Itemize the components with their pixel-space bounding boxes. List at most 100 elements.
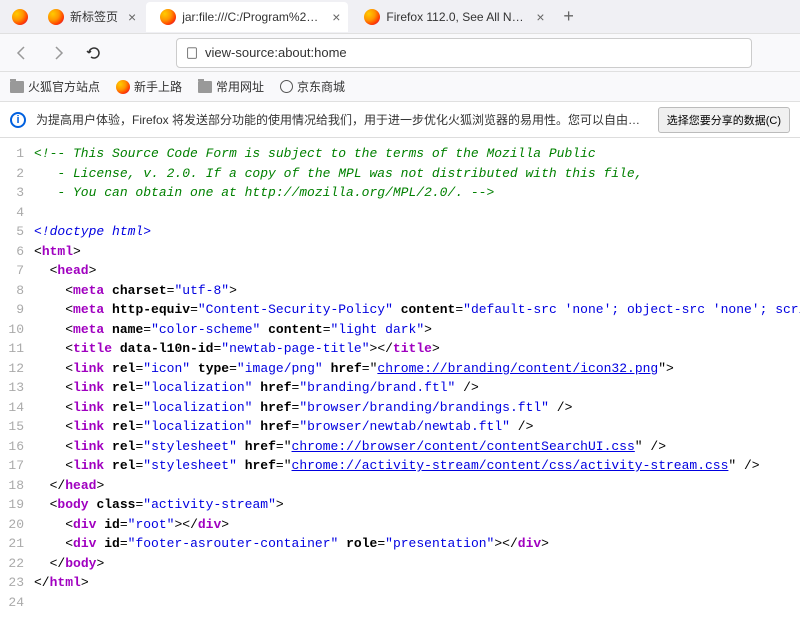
source-line: 14 <link rel="localization" href="browse…: [0, 398, 800, 418]
line-code[interactable]: - You can obtain one at http://mozilla.o…: [34, 183, 800, 203]
line-code[interactable]: <meta charset="utf-8">: [34, 281, 800, 301]
line-code[interactable]: <link rel="localization" href="browser/b…: [34, 398, 800, 418]
tab-title: 新标签页: [70, 8, 118, 25]
bookmark-label: 常用网址: [216, 78, 264, 95]
line-code[interactable]: <!-- This Source Code Form is subject to…: [34, 144, 800, 164]
tab-close-icon[interactable]: ×: [332, 9, 340, 25]
line-code[interactable]: </html>: [34, 573, 800, 593]
folder-icon: [198, 81, 212, 93]
tab-favicon-icon: [48, 9, 64, 25]
source-line: 8 <meta charset="utf-8">: [0, 281, 800, 301]
line-code[interactable]: [34, 593, 800, 613]
line-code[interactable]: <link rel="icon" type="image/png" href="…: [34, 359, 800, 379]
line-number: 7: [0, 261, 34, 281]
line-number: 9: [0, 300, 34, 320]
forward-button[interactable]: [44, 39, 72, 67]
line-code[interactable]: <html>: [34, 242, 800, 262]
source-line: 20 <div id="root"></div>: [0, 515, 800, 535]
line-code[interactable]: </head>: [34, 476, 800, 496]
bookmarks-bar: 火狐官方站点 新手上路 常用网址 京东商城: [0, 72, 800, 102]
tab-close-icon[interactable]: ×: [536, 9, 544, 25]
toolbar: view-source:about:home: [0, 34, 800, 72]
line-code[interactable]: <link rel="stylesheet" href="chrome://br…: [34, 437, 800, 457]
line-number: 18: [0, 476, 34, 496]
firefox-logo-icon: [12, 9, 28, 25]
line-number: 13: [0, 378, 34, 398]
tab[interactable]: Firefox 112.0, See All New Fe×: [350, 2, 552, 32]
telemetry-notice: i 为提高用户体验，Firefox 将发送部分功能的使用情况给我们，用于进一步优…: [0, 102, 800, 138]
line-number: 15: [0, 417, 34, 437]
new-tab-button[interactable]: +: [555, 6, 583, 27]
line-number: 11: [0, 339, 34, 359]
source-line: 15 <link rel="localization" href="browse…: [0, 417, 800, 437]
source-line: 16 <link rel="stylesheet" href="chrome:/…: [0, 437, 800, 457]
line-number: 3: [0, 183, 34, 203]
notice-choose-button[interactable]: 选择您要分享的数据(C): [658, 107, 790, 133]
source-line: 12 <link rel="icon" type="image/png" hre…: [0, 359, 800, 379]
line-code[interactable]: <meta name="color-scheme" content="light…: [34, 320, 800, 340]
line-number: 20: [0, 515, 34, 535]
line-number: 10: [0, 320, 34, 340]
line-number: 12: [0, 359, 34, 379]
line-code[interactable]: <!doctype html>: [34, 222, 800, 242]
notice-text: 为提高用户体验，Firefox 将发送部分功能的使用情况给我们，用于进一步优化火…: [36, 111, 648, 128]
firefox-icon: [116, 80, 130, 94]
globe-icon: [280, 80, 293, 93]
bookmark-item[interactable]: 新手上路: [116, 78, 182, 95]
source-view: 1<!-- This Source Code Form is subject t…: [0, 138, 800, 618]
tab-title: jar:file:///C:/Program%20Files/M: [182, 10, 322, 24]
tab-favicon-icon: [364, 9, 380, 25]
source-line: 13 <link rel="localization" href="brandi…: [0, 378, 800, 398]
line-number: 6: [0, 242, 34, 262]
line-number: 24: [0, 593, 34, 613]
source-line: 7 <head>: [0, 261, 800, 281]
tab-favicon-icon: [160, 9, 176, 25]
line-code[interactable]: - License, v. 2.0. If a copy of the MPL …: [34, 164, 800, 184]
source-line: 1<!-- This Source Code Form is subject t…: [0, 144, 800, 164]
folder-icon: [10, 81, 24, 93]
info-icon: i: [10, 112, 26, 128]
line-code[interactable]: <head>: [34, 261, 800, 281]
line-code[interactable]: </body>: [34, 554, 800, 574]
page-icon: [185, 46, 199, 60]
source-line: 2 - License, v. 2.0. If a copy of the MP…: [0, 164, 800, 184]
bookmark-item[interactable]: 火狐官方站点: [10, 78, 100, 95]
line-code[interactable]: <div id="footer-asrouter-container" role…: [34, 534, 800, 554]
source-line: 6<html>: [0, 242, 800, 262]
line-code[interactable]: <body class="activity-stream">: [34, 495, 800, 515]
tab[interactable]: 新标签页 ×: [34, 2, 144, 32]
source-line: 10 <meta name="color-scheme" content="li…: [0, 320, 800, 340]
line-number: 17: [0, 456, 34, 476]
line-code[interactable]: <link rel="localization" href="browser/n…: [34, 417, 800, 437]
bookmark-item[interactable]: 常用网址: [198, 78, 264, 95]
line-number: 14: [0, 398, 34, 418]
bookmark-label: 京东商城: [297, 78, 345, 95]
line-code[interactable]: <meta http-equiv="Content-Security-Polic…: [34, 300, 800, 320]
line-code[interactable]: <title data-l10n-id="newtab-page-title">…: [34, 339, 800, 359]
tab-bar: 新标签页×jar:file:///C:/Program%20Files/M×Fi…: [0, 0, 800, 34]
line-code[interactable]: <link rel="localization" href="branding/…: [34, 378, 800, 398]
bookmark-label: 新手上路: [134, 78, 182, 95]
line-code[interactable]: <link rel="stylesheet" href="chrome://ac…: [34, 456, 800, 476]
source-line: 3 - You can obtain one at http://mozilla…: [0, 183, 800, 203]
url-text: view-source:about:home: [205, 45, 347, 60]
back-button[interactable]: [8, 39, 36, 67]
line-number: 22: [0, 554, 34, 574]
line-number: 2: [0, 164, 34, 184]
line-number: 1: [0, 144, 34, 164]
bookmark-label: 火狐官方站点: [28, 78, 100, 95]
source-line: 17 <link rel="stylesheet" href="chrome:/…: [0, 456, 800, 476]
line-number: 4: [0, 203, 34, 223]
source-line: 19 <body class="activity-stream">: [0, 495, 800, 515]
source-line: 4: [0, 203, 800, 223]
tab[interactable]: jar:file:///C:/Program%20Files/M ×: [146, 2, 348, 32]
reload-button[interactable]: [80, 39, 108, 67]
url-bar[interactable]: view-source:about:home: [176, 38, 752, 68]
line-code[interactable]: <div id="root"></div>: [34, 515, 800, 535]
source-line: 11 <title data-l10n-id="newtab-page-titl…: [0, 339, 800, 359]
line-number: 19: [0, 495, 34, 515]
line-code[interactable]: [34, 203, 800, 223]
source-line: 24: [0, 593, 800, 613]
tab-close-icon[interactable]: ×: [128, 9, 136, 25]
bookmark-item[interactable]: 京东商城: [280, 78, 345, 95]
